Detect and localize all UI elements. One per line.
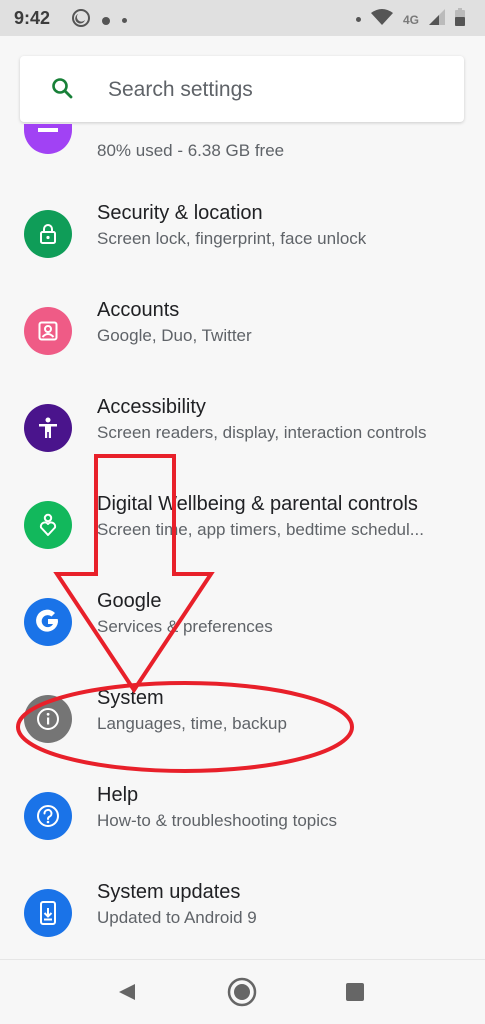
search-icon	[50, 76, 74, 105]
back-button[interactable]	[117, 982, 137, 1007]
status-dot-icon	[355, 17, 361, 22]
settings-item-google[interactable]: Google Services & preferences	[0, 580, 485, 677]
system-update-icon	[24, 889, 72, 937]
item-title: Digital Wellbeing & parental controls	[97, 493, 418, 515]
item-title: Accessibility	[97, 396, 206, 418]
lock-icon	[24, 210, 72, 258]
item-title: Security & location	[97, 202, 263, 224]
account-box-icon	[24, 307, 72, 355]
item-subtitle: How-to & troubleshooting topics	[97, 811, 338, 830]
home-button[interactable]	[227, 977, 257, 1012]
item-subtitle: Screen readers, display, interaction con…	[97, 423, 427, 442]
item-subtitle: Screen time, app timers, bedtime schedul…	[97, 520, 424, 539]
notification-dot-icon	[102, 16, 110, 25]
settings-item-accounts[interactable]: Accounts Google, Duo, Twitter	[0, 289, 485, 386]
item-subtitle: Services & preferences	[97, 617, 273, 636]
item-title: System	[97, 687, 164, 709]
item-subtitle: Updated to Android 9	[97, 908, 257, 927]
wellbeing-icon	[24, 501, 72, 549]
signal-icon	[429, 9, 445, 30]
wifi-icon	[370, 9, 393, 30]
navigation-bar	[0, 959, 485, 1024]
help-icon	[24, 792, 72, 840]
settings-item-system-updates[interactable]: System updates Updated to Android 9	[0, 871, 485, 968]
item-subtitle: Languages, time, backup	[97, 714, 287, 733]
storage-icon	[24, 124, 72, 154]
search-input[interactable]: Search settings	[108, 78, 253, 102]
settings-item-security[interactable]: Security & location Screen lock, fingerp…	[0, 192, 485, 289]
item-title: System updates	[97, 881, 241, 903]
item-title: Accounts	[97, 299, 180, 321]
settings-item-digital-wellbeing[interactable]: Digital Wellbeing & parental controls Sc…	[0, 483, 485, 580]
settings-item-accessibility[interactable]: Accessibility Screen readers, display, i…	[0, 386, 485, 483]
item-title: Help	[97, 784, 139, 806]
network-type-label: 4G	[402, 12, 419, 27]
battery-icon	[455, 8, 465, 31]
notification-small-dot-icon	[122, 18, 127, 23]
settings-item-system[interactable]: System Languages, time, backup	[0, 677, 485, 774]
item-title: Google	[97, 590, 162, 612]
google-icon	[24, 598, 72, 646]
storage-subtitle: 80% used - 6.38 GB free	[97, 141, 285, 160]
do-not-disturb-icon	[72, 9, 90, 32]
info-icon	[24, 695, 72, 743]
status-time: 9:42	[14, 8, 51, 28]
accessibility-icon	[24, 404, 72, 452]
settings-item-help[interactable]: Help How-to & troubleshooting topics	[0, 774, 485, 871]
item-subtitle: Google, Duo, Twitter	[97, 326, 252, 345]
status-bar: 9:42 4G	[0, 0, 485, 36]
item-subtitle: Screen lock, fingerprint, face unlock	[97, 229, 367, 248]
search-bar[interactable]: Search settings	[20, 56, 464, 122]
recents-button[interactable]	[345, 982, 365, 1007]
